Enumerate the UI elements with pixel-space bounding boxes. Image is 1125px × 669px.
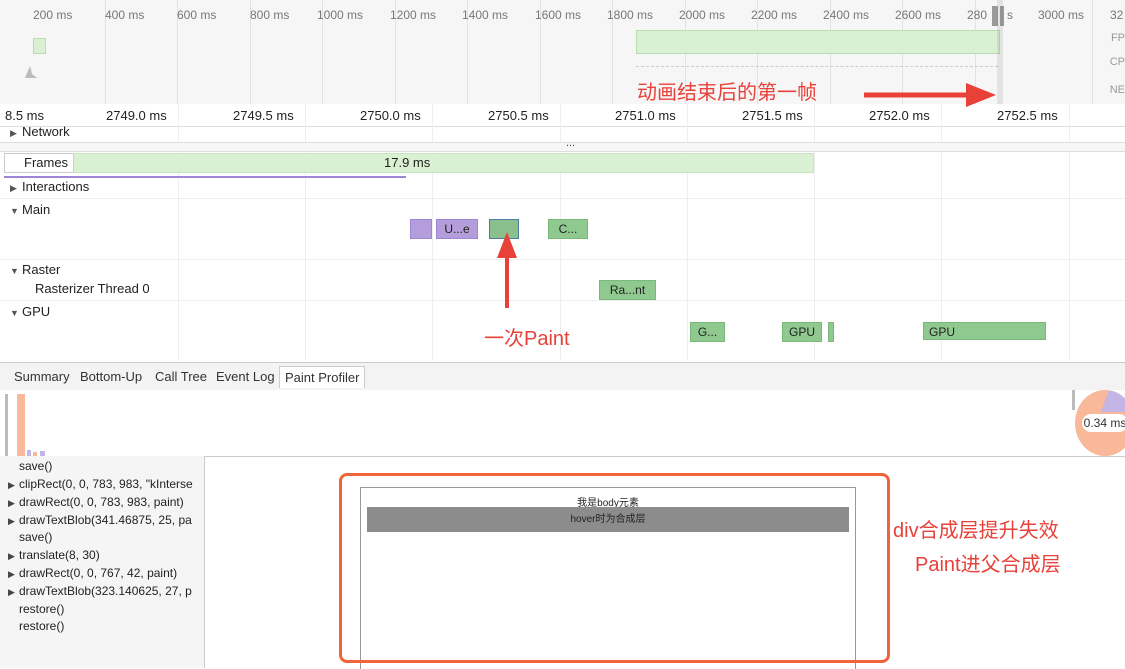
expand-icon: ▶: [8, 480, 15, 490]
command-item[interactable]: save(): [19, 459, 52, 473]
overview-tick: 3000 ms: [1038, 8, 1085, 22]
fps-frames-bar: [636, 30, 1000, 54]
track-frames: Frames: [24, 155, 69, 170]
track-interactions[interactable]: ▶ Interactions: [10, 179, 89, 194]
overview-tick: 400 ms: [105, 8, 145, 22]
lane-label-fps: FP: [1110, 32, 1125, 44]
tab-event-log[interactable]: Event Log: [216, 369, 275, 384]
command-item[interactable]: ▶ drawRect(0, 0, 767, 42, paint): [8, 566, 177, 580]
raster-task[interactable]: Ra...nt: [599, 280, 656, 300]
command-item[interactable]: ▶ clipRect(0, 0, 783, 983, "kInterse: [8, 477, 193, 491]
splitter-dots: ...: [566, 137, 576, 149]
command-item[interactable]: restore(): [19, 619, 64, 633]
splitter[interactable]: [0, 142, 1125, 152]
overview-tick: 2600 ms: [895, 8, 942, 22]
lane-label-cpu: CP: [1109, 56, 1125, 68]
tab-call-tree[interactable]: Call Tree: [155, 369, 207, 384]
ruler-tick: 2750.5 ms: [488, 108, 549, 123]
command-item[interactable]: restore(): [19, 602, 64, 616]
expand-icon: ▶: [10, 128, 17, 138]
cpu-spike-icon: [25, 64, 37, 78]
overview-tick: 32: [1110, 8, 1124, 22]
annotation-paint-into: Paint进父合成层: [915, 554, 1061, 576]
ruler-tick: 2752.0 ms: [869, 108, 930, 123]
gpu-task[interactable]: G...: [690, 322, 725, 342]
overview-tick: 2400 ms: [823, 8, 870, 22]
track-network[interactable]: ▶ Network: [10, 124, 70, 139]
range-handle-right[interactable]: [1072, 390, 1075, 410]
expand-icon: ▶: [8, 551, 15, 561]
tab-bottom-up[interactable]: Bottom-Up: [80, 369, 142, 384]
arrow-icon: [864, 83, 996, 107]
expand-icon: ▶: [8, 498, 15, 508]
details-tabbar: Summary Bottom-Up Call Tree Event Log Pa…: [0, 362, 1125, 392]
overview-tick: 1000 ms: [317, 8, 364, 22]
lane-label-net: NE: [1109, 84, 1125, 96]
frame-duration: 17.9 ms: [384, 155, 431, 170]
main-task-composite[interactable]: C...: [548, 219, 588, 239]
overview-tick: 600 ms: [177, 8, 217, 22]
highlight-box: [339, 473, 890, 663]
expand-icon: ▶: [8, 569, 15, 579]
tab-paint-profiler[interactable]: Paint Profiler: [279, 366, 366, 388]
overview-tick: s: [1007, 8, 1013, 22]
rasterizer-thread-label: Rasterizer Thread 0: [35, 281, 150, 296]
command-item[interactable]: ▶ drawTextBlob(323.140625, 27, p: [8, 584, 192, 598]
command-item[interactable]: ▶ drawTextBlob(341.46875, 25, pa: [8, 513, 192, 527]
overview-tick: 280: [967, 8, 988, 22]
ruler-tick: 2752.5 ms: [997, 108, 1058, 123]
ruler-tick: 2751.0 ms: [615, 108, 676, 123]
command-bar: [17, 394, 25, 456]
overview-tick: 800 ms: [250, 8, 290, 22]
command-item[interactable]: ▶ drawRect(0, 0, 783, 983, paint): [8, 495, 184, 509]
overview-tick: 1800 ms: [607, 8, 654, 22]
main-task[interactable]: [410, 219, 432, 239]
paint-time-label: 0.34 ms: [1082, 414, 1125, 432]
overview-tick: 200 ms: [33, 8, 73, 22]
overview-tick: 2200 ms: [751, 8, 798, 22]
overview-tick: 1400 ms: [462, 8, 509, 22]
tab-summary[interactable]: Summary: [14, 369, 70, 384]
annotation-div-fail: div合成层提升失效: [893, 520, 1059, 542]
track-main[interactable]: ▼ Main: [10, 202, 50, 217]
ruler-tick: 2751.5 ms: [742, 108, 803, 123]
collapse-icon: ▼: [10, 308, 19, 318]
cpu-baseline: [636, 66, 998, 68]
overview-tick: 1600 ms: [535, 8, 582, 22]
collapse-icon: ▼: [10, 206, 19, 216]
command-item[interactable]: ▶ translate(8, 30): [8, 548, 100, 562]
annotation-one-paint: 一次Paint: [484, 328, 570, 350]
fps-bar: [33, 38, 46, 54]
annotation-first-frame: 动画结束后的第一帧: [637, 82, 817, 104]
expand-icon: ▶: [10, 183, 17, 193]
main-task-update[interactable]: U...e: [436, 219, 478, 239]
interaction-line: [4, 176, 406, 178]
gpu-task[interactable]: GPU: [923, 322, 1046, 340]
ruler-tick: 2750.0 ms: [360, 108, 421, 123]
gpu-task[interactable]: GPU: [782, 322, 822, 342]
overview-tick: 2000 ms: [679, 8, 726, 22]
command-item[interactable]: save(): [19, 530, 52, 544]
paint-profiler-timeline[interactable]: 0.34 ms: [0, 390, 1125, 457]
expand-icon: ▶: [8, 516, 15, 526]
gpu-task[interactable]: [828, 322, 834, 342]
track-raster[interactable]: ▼ Raster: [10, 262, 60, 277]
ruler-tick: 8.5 ms: [5, 108, 45, 123]
track-gpu[interactable]: ▼ GPU: [10, 304, 50, 319]
paint-command-list[interactable]: save() ▶ clipRect(0, 0, 783, 983, "kInter…: [0, 456, 205, 668]
expand-icon: ▶: [8, 587, 15, 597]
range-handle-left[interactable]: [5, 394, 8, 456]
overview-tick: 1200 ms: [390, 8, 437, 22]
ruler-tick: 2749.5 ms: [233, 108, 294, 123]
ruler-tick: 2749.0 ms: [106, 108, 167, 123]
collapse-icon: ▼: [10, 266, 19, 276]
arrow-up-icon: [497, 232, 517, 308]
